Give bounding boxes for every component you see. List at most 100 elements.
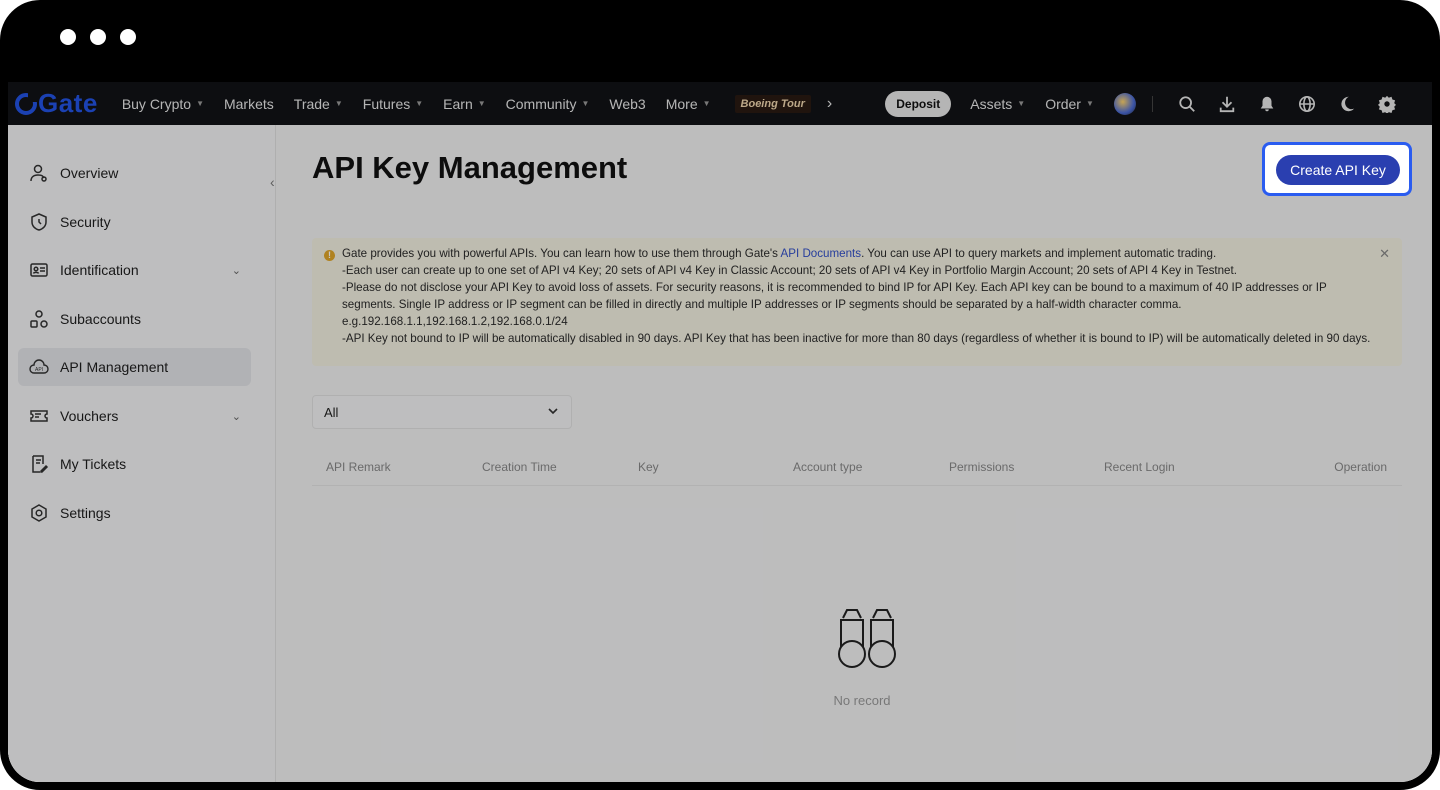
id-card-icon bbox=[28, 259, 50, 281]
chevron-down-icon bbox=[548, 408, 558, 415]
notice-text: Gate provides you with powerful APIs. Yo… bbox=[342, 246, 1382, 347]
nav-label: Trade bbox=[293, 95, 330, 112]
chevron-down-icon[interactable]: ⌄ bbox=[232, 264, 241, 277]
column-header: Permissions bbox=[949, 460, 1015, 474]
bell-icon[interactable] bbox=[1256, 93, 1278, 115]
divider bbox=[1151, 95, 1153, 112]
subaccounts-icon bbox=[28, 308, 50, 330]
sidebar-item-label: API Management bbox=[60, 359, 169, 375]
sidebar-item-my-tickets[interactable]: My Tickets bbox=[18, 445, 251, 483]
notice-line: -API Key not bound to IP will be automat… bbox=[342, 331, 1371, 345]
voucher-icon bbox=[28, 405, 50, 427]
user-icon bbox=[28, 162, 50, 184]
logo-text: Gate bbox=[38, 88, 98, 118]
page-title: API Key Management bbox=[312, 150, 628, 185]
nav-label: Web3 bbox=[609, 95, 646, 112]
caret-down-icon: ▼ bbox=[415, 99, 424, 108]
gate-logo-icon bbox=[15, 92, 37, 115]
caret-down-icon: ▼ bbox=[334, 99, 343, 108]
notice-line: -Please do not disclose your API Key to … bbox=[342, 280, 1327, 311]
nav-label: Futures bbox=[362, 95, 411, 112]
sidebar-item-overview[interactable]: Overview bbox=[18, 154, 251, 192]
sidebar-item-security[interactable]: Security bbox=[18, 203, 251, 241]
gear-icon[interactable] bbox=[1376, 93, 1398, 115]
create-api-key-button[interactable]: Create API Key bbox=[1276, 155, 1400, 185]
download-icon[interactable] bbox=[1216, 93, 1238, 115]
column-header: API Remark bbox=[326, 460, 391, 474]
binoculars-icon bbox=[838, 609, 896, 668]
sidebar-item-label: Overview bbox=[60, 165, 119, 181]
window-dot bbox=[90, 29, 106, 45]
sidebar-item-label: Settings bbox=[60, 505, 111, 521]
avatar[interactable] bbox=[1113, 92, 1136, 115]
window-dots bbox=[60, 29, 136, 45]
shield-icon bbox=[28, 211, 50, 233]
sidebar-item-label: My Tickets bbox=[60, 456, 127, 472]
sidebar-item-label: Vouchers bbox=[60, 408, 119, 424]
gate-logo[interactable]: Gate bbox=[15, 88, 98, 119]
nav-more[interactable]: More ▼ bbox=[666, 96, 711, 112]
close-icon[interactable]: ✕ bbox=[1379, 246, 1390, 262]
caret-down-icon: ▼ bbox=[477, 99, 486, 108]
chevron-right-icon[interactable]: › bbox=[827, 95, 832, 113]
sidebar-item-settings[interactable]: Settings bbox=[18, 494, 251, 532]
column-header: Recent Login bbox=[1104, 460, 1175, 474]
collapse-sidebar-icon[interactable]: ‹ bbox=[270, 174, 275, 190]
caret-down-icon: ▼ bbox=[581, 99, 590, 108]
api-cloud-icon: API bbox=[28, 356, 50, 378]
notice-line: e.g.192.168.1.1,192.168.1.2,192.168.0.1/… bbox=[342, 314, 568, 328]
nav-label: Assets bbox=[970, 95, 1013, 112]
nav-community[interactable]: Community ▼ bbox=[506, 96, 590, 112]
nav-label: Community bbox=[505, 95, 577, 112]
warning-icon: ! bbox=[324, 250, 335, 261]
top-nav: Gate Buy Crypto ▼ Markets Trade ▼ Futures ▼… bbox=[8, 82, 1432, 125]
nav-label: Markets bbox=[223, 95, 274, 112]
nav-web3[interactable]: Web3 bbox=[609, 96, 645, 112]
column-header: Creation Time bbox=[482, 460, 557, 474]
window-dot bbox=[120, 29, 136, 45]
nav-earn[interactable]: Earn ▼ bbox=[443, 96, 486, 112]
caret-down-icon: ▼ bbox=[1085, 99, 1094, 108]
notice-line: -Each user can create up to one set of A… bbox=[342, 263, 1237, 277]
api-key-filter-select[interactable]: All bbox=[312, 395, 572, 429]
nav-markets[interactable]: Markets bbox=[224, 96, 274, 112]
table-header: API Remark Creation Time Key Account typ… bbox=[312, 455, 1402, 486]
nav-label: Earn bbox=[443, 95, 473, 112]
notice-line: Gate provides you with powerful APIs. Yo… bbox=[342, 247, 781, 260]
notice-line: . You can use API to query markets and i… bbox=[861, 247, 1217, 260]
moon-icon[interactable] bbox=[1336, 93, 1358, 115]
nav-trade[interactable]: Trade ▼ bbox=[294, 96, 343, 112]
nav-assets[interactable]: Assets ▼ bbox=[970, 96, 1025, 112]
search-icon[interactable] bbox=[1176, 93, 1198, 115]
sidebar-item-vouchers[interactable]: Vouchers ⌄ bbox=[18, 397, 251, 435]
caret-down-icon: ▼ bbox=[1017, 99, 1026, 108]
select-value: All bbox=[324, 404, 339, 420]
main-content: API Key Management ! Gate provides you w… bbox=[312, 125, 1408, 782]
chevron-down-icon[interactable]: ⌄ bbox=[232, 410, 241, 423]
promo-banner[interactable]: Boeing Tour bbox=[734, 94, 811, 113]
sidebar-item-identification[interactable]: Identification ⌄ bbox=[18, 251, 251, 289]
nav-label: Buy Crypto bbox=[121, 95, 192, 112]
sidebar-item-api-management[interactable]: API API Management bbox=[18, 348, 251, 386]
sidebar-item-label: Security bbox=[60, 214, 111, 230]
window-dot bbox=[60, 29, 76, 45]
empty-text: No record bbox=[833, 693, 891, 708]
sidebar-item-label: Subaccounts bbox=[60, 311, 141, 327]
deposit-button[interactable]: Deposit bbox=[885, 90, 952, 117]
caret-down-icon: ▼ bbox=[702, 99, 711, 108]
nav-futures[interactable]: Futures ▼ bbox=[363, 96, 423, 112]
globe-icon[interactable] bbox=[1296, 93, 1318, 115]
nav-buy-crypto[interactable]: Buy Crypto ▼ bbox=[122, 96, 204, 112]
sidebar-item-label: Identification bbox=[60, 262, 139, 278]
device-frame: Gate Buy Crypto ▼ Markets Trade ▼ Futures ▼… bbox=[0, 0, 1440, 790]
create-api-key-highlight: Create API Key bbox=[1262, 142, 1412, 196]
column-header: Account type bbox=[793, 460, 863, 474]
svg-text:API: API bbox=[35, 367, 43, 373]
caret-down-icon: ▼ bbox=[196, 99, 204, 108]
nav-order[interactable]: Order ▼ bbox=[1045, 96, 1094, 112]
sidebar: Overview Security Identification ⌄ Subac… bbox=[8, 125, 276, 782]
sidebar-item-subaccounts[interactable]: Subaccounts bbox=[18, 300, 251, 338]
api-documents-link[interactable]: API Documents bbox=[781, 247, 862, 260]
nav-label: Order bbox=[1045, 95, 1081, 112]
settings-icon bbox=[28, 502, 50, 524]
